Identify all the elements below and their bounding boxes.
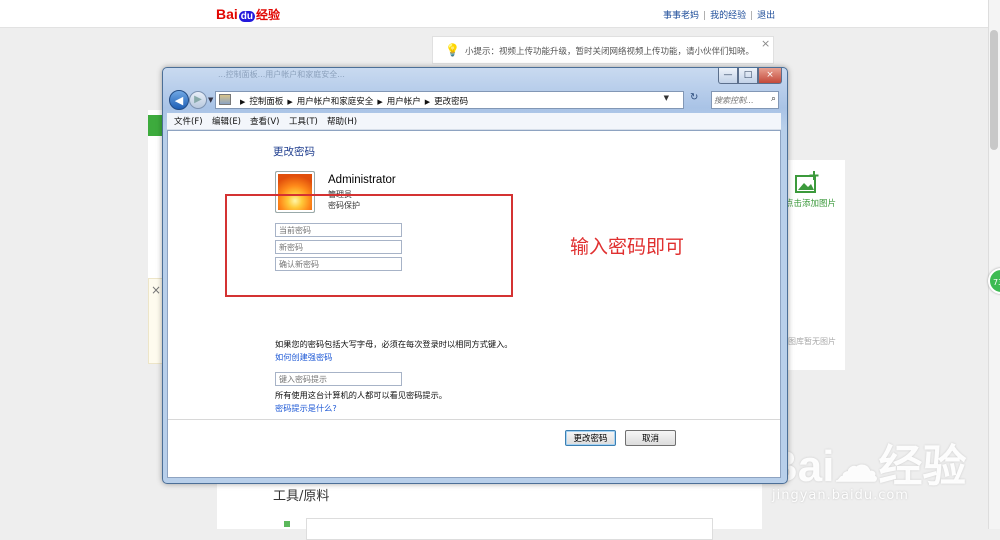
hint-visibility-note: 所有使用这台计算机的人都可以看见密码提示。 (275, 390, 447, 400)
tip-bar: 💡 小提示：视频上传功能升级，暂时关闭网络视频上传功能，请小伙伴们知晓。 × (432, 36, 774, 64)
maximize-button[interactable]: □ (738, 68, 758, 84)
tip-text: 小提示：视频上传功能升级，暂时关闭网络视频上传功能，请小伙伴们知晓。 (465, 47, 755, 57)
page-scroll-thumb[interactable] (990, 30, 998, 150)
breadcrumb-change-password[interactable]: 更改密码 (434, 97, 468, 107)
minimize-button[interactable]: — (718, 68, 738, 84)
search-input[interactable] (712, 92, 766, 108)
logout-link[interactable]: 退出 (757, 11, 775, 21)
left-panel-close-icon[interactable]: × (151, 283, 161, 297)
menu-file[interactable]: 文件(F) (174, 115, 203, 127)
breadcrumb-control-panel[interactable]: 控制面板 (249, 97, 283, 107)
chevron-right-icon: ▶ (287, 98, 293, 106)
password-hint-field[interactable] (275, 372, 402, 386)
chevron-right-icon: ▶ (424, 98, 431, 106)
search-icon[interactable]: ⌕ (771, 94, 776, 104)
tip-close-icon[interactable]: × (761, 37, 770, 50)
menu-bar: 文件(F) 编辑(E) 查看(V) 工具(T) 帮助(H) (167, 113, 781, 130)
address-bar[interactable]: ▶ 控制面板 ▶ 用户帐户和家庭安全 ▶ 用户帐户 ▶ 更改密码 ▼ (215, 91, 684, 109)
content-pane: 更改密码 Administrator 管理员 密码保护 如果您的密码包括大写字母… (167, 130, 781, 478)
back-button[interactable]: ◀ (169, 90, 189, 110)
control-panel-icon (219, 94, 231, 105)
breadcrumb-user-accounts[interactable]: 用户帐户 (387, 97, 421, 107)
no-picture-text: 图库暂无图片 (788, 337, 836, 346)
cancel-button[interactable]: 取消 (625, 430, 676, 446)
chevron-right-icon: ▶ (240, 98, 246, 106)
recent-pages-dropdown-icon[interactable]: ▼ (208, 96, 213, 104)
baidu-jingyan-logo[interactable]: Bai du 经验 (216, 6, 280, 23)
address-dropdown-icon[interactable]: ▼ (664, 94, 669, 102)
top-bar (0, 0, 988, 28)
add-picture-label[interactable]: 点击添加图片 (785, 197, 836, 209)
watermark-logo: Bai☁经验 (766, 442, 967, 491)
tools-bullet-icon (284, 521, 290, 527)
password-hint-help-link[interactable]: 密码提示是什么? (275, 402, 337, 414)
top-links: 事事老妈 | 我的经验 | 退出 (663, 11, 776, 21)
my-experience-link[interactable]: 我的经验 (710, 11, 746, 21)
breadcrumb: ▶ 控制面板 ▶ 用户帐户和家庭安全 ▶ 用户帐户 ▶ 更改密码 (236, 95, 468, 107)
menu-edit[interactable]: 编辑(E) (212, 115, 241, 127)
search-box[interactable]: ⌕ (711, 91, 779, 109)
annotation-highlight-box (225, 194, 513, 297)
menu-help[interactable]: 帮助(H) (327, 115, 357, 127)
menu-tools[interactable]: 工具(T) (289, 115, 318, 127)
refresh-icon[interactable]: ↻ (690, 92, 706, 108)
watermark-url: jingyan.baidu.com (772, 488, 909, 503)
menu-view[interactable]: 查看(V) (250, 115, 279, 127)
change-password-button[interactable]: 更改密码 (565, 430, 616, 446)
tools-input-box[interactable] (306, 518, 713, 540)
add-picture-icon[interactable] (794, 171, 820, 195)
page-title: 更改密码 (273, 146, 315, 158)
tools-heading: 工具/原料 (273, 489, 330, 504)
caps-hint-text: 如果您的密码包括大写字母，必须在每次登录时以相同方式键入。 (275, 339, 513, 349)
breadcrumb-user-accounts-family[interactable]: 用户帐户和家庭安全 (297, 97, 374, 107)
strong-password-link[interactable]: 如何创建强密码 (275, 351, 332, 363)
divider (168, 419, 780, 420)
window-ghost-title: ...控制面板...用户帐户和家庭安全... (218, 70, 345, 79)
user-link[interactable]: 事事老妈 (663, 11, 699, 21)
user-name: Administrator (328, 174, 396, 186)
close-button[interactable]: × (758, 68, 782, 84)
lightbulb-icon: 💡 (445, 43, 460, 57)
chevron-right-icon: ▶ (377, 98, 383, 106)
annotation-label: 输入密码即可 (570, 236, 685, 258)
forward-button[interactable]: ▶ (189, 91, 207, 109)
